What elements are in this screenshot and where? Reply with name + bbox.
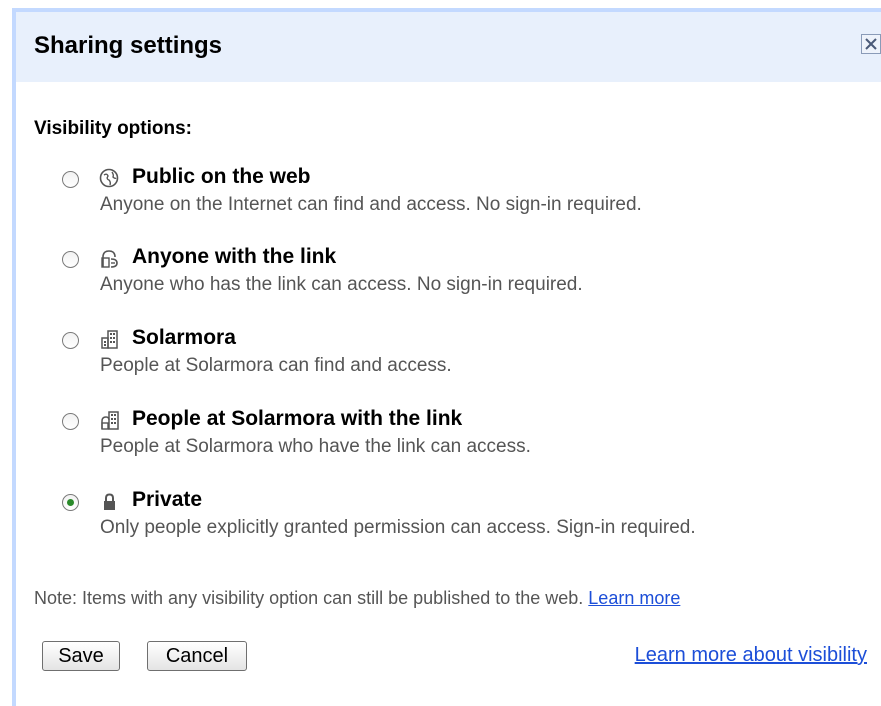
link-person-icon	[101, 250, 118, 268]
cancel-button[interactable]: Cancel	[147, 641, 247, 671]
globe-icon	[99, 168, 119, 188]
option-solarmora[interactable]: Solarmora People at Solarmora can find a…	[60, 325, 860, 385]
option-private[interactable]: Private Only people explicitly granted p…	[60, 487, 860, 547]
option-description: Anyone who has the link can access. No s…	[100, 274, 583, 295]
option-description: People at Solarmora who have the link ca…	[100, 436, 531, 457]
option-solarmora-with-link[interactable]: People at Solarmora with the link People…	[60, 406, 860, 466]
option-anyone-with-link[interactable]: Anyone with the link Anyone who has the …	[60, 244, 860, 304]
radio-private[interactable]	[62, 494, 79, 511]
option-title: Private	[132, 488, 203, 511]
radio-solarmora-with-link[interactable]	[62, 413, 79, 430]
close-button[interactable]	[861, 34, 881, 54]
radio-anyone-with-link[interactable]	[62, 251, 79, 268]
option-description: Anyone on the Internet can find and acce…	[100, 194, 642, 215]
option-description: People at Solarmora can find and access.	[100, 355, 452, 376]
building-icon	[101, 330, 118, 349]
learn-more-about-visibility-link[interactable]: Learn more about visibility	[635, 644, 867, 667]
option-title: Anyone with the link	[132, 245, 337, 268]
sharing-settings-dialog: Sharing settings Visibility options: Pub…	[12, 8, 881, 706]
close-x-icon	[865, 38, 877, 50]
dialog-title: Sharing settings	[34, 32, 223, 59]
learn-more-link[interactable]: Learn more	[588, 588, 680, 608]
publish-note-text: Note: Items with any visibility option c…	[34, 588, 584, 608]
lock-icon	[104, 493, 115, 510]
publish-note: Note: Items with any visibility option c…	[34, 588, 680, 609]
option-public-on-web[interactable]: Public on the web Anyone on the Internet…	[60, 164, 860, 224]
option-title: People at Solarmora with the link	[132, 407, 463, 430]
option-title: Solarmora	[132, 326, 236, 349]
radio-solarmora[interactable]	[62, 332, 79, 349]
option-title: Public on the web	[132, 165, 311, 188]
page: Sharing settings Visibility options: Pub…	[0, 0, 881, 706]
save-button[interactable]: Save	[42, 641, 120, 671]
radio-selected-dot	[67, 499, 74, 506]
top-edge	[0, 0, 881, 8]
dialog-titlebar: Sharing settings	[16, 12, 881, 82]
option-description: Only people explicitly granted permissio…	[100, 517, 696, 538]
building-link-icon	[101, 411, 119, 430]
visibility-options-label: Visibility options:	[34, 118, 192, 139]
radio-public-on-web[interactable]	[62, 171, 79, 188]
